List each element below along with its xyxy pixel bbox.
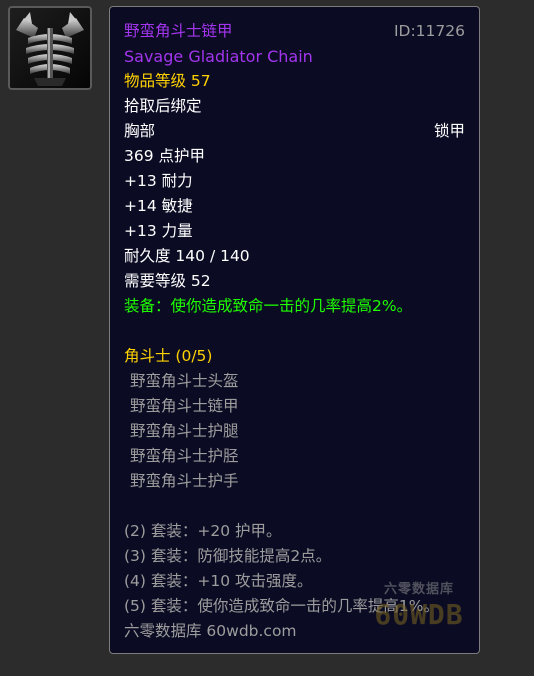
durability: 耐久度 140 / 140 [124,247,250,265]
item-id: ID:11726 [393,22,465,40]
required-level: 需要等级 52 [124,272,211,290]
item-name-cn[interactable]: 野蛮角斗士链甲 [124,22,233,40]
equip-effect: 装备：使你造成致命一击的几率提高2%。 [124,297,413,315]
set-piece[interactable]: 野蛮角斗士链甲 [124,394,465,419]
set-name[interactable]: 角斗士 (0/5) [124,344,465,369]
set-piece[interactable]: 野蛮角斗士护胫 [124,444,465,469]
item-name-en: Savage Gladiator Chain [124,47,313,66]
site-watermark: 六零数据库 60WDB [372,582,466,644]
stat-stamina: +13 耐力 [124,172,193,190]
set-piece[interactable]: 野蛮角斗士头盔 [124,369,465,394]
armor-type: 锁甲 [433,122,465,140]
stat-agility: +14 敏捷 [124,197,193,215]
item-tooltip: 野蛮角斗士链甲 ID:11726 Savage Gladiator Chain … [109,6,480,654]
watermark-logo: 60WDB [374,598,464,631]
item-icon[interactable] [8,6,92,90]
watermark-text: 六零数据库 [383,582,454,597]
slot: 胸部 [124,122,156,140]
binding: 拾取后绑定 [124,97,202,115]
chest-armor-icon [10,8,90,88]
set-piece[interactable]: 野蛮角斗士护腿 [124,419,465,444]
set-bonus: (3) 套装：防御技能提高2点。 [124,547,332,565]
armor-value: 369 点护甲 [124,147,206,165]
stat-strength: +13 力量 [124,222,193,240]
set-bonus: (2) 套装：+20 护甲。 [124,522,282,540]
item-level: 物品等级 57 [124,72,211,90]
set-piece[interactable]: 野蛮角斗士护手 [124,469,465,494]
